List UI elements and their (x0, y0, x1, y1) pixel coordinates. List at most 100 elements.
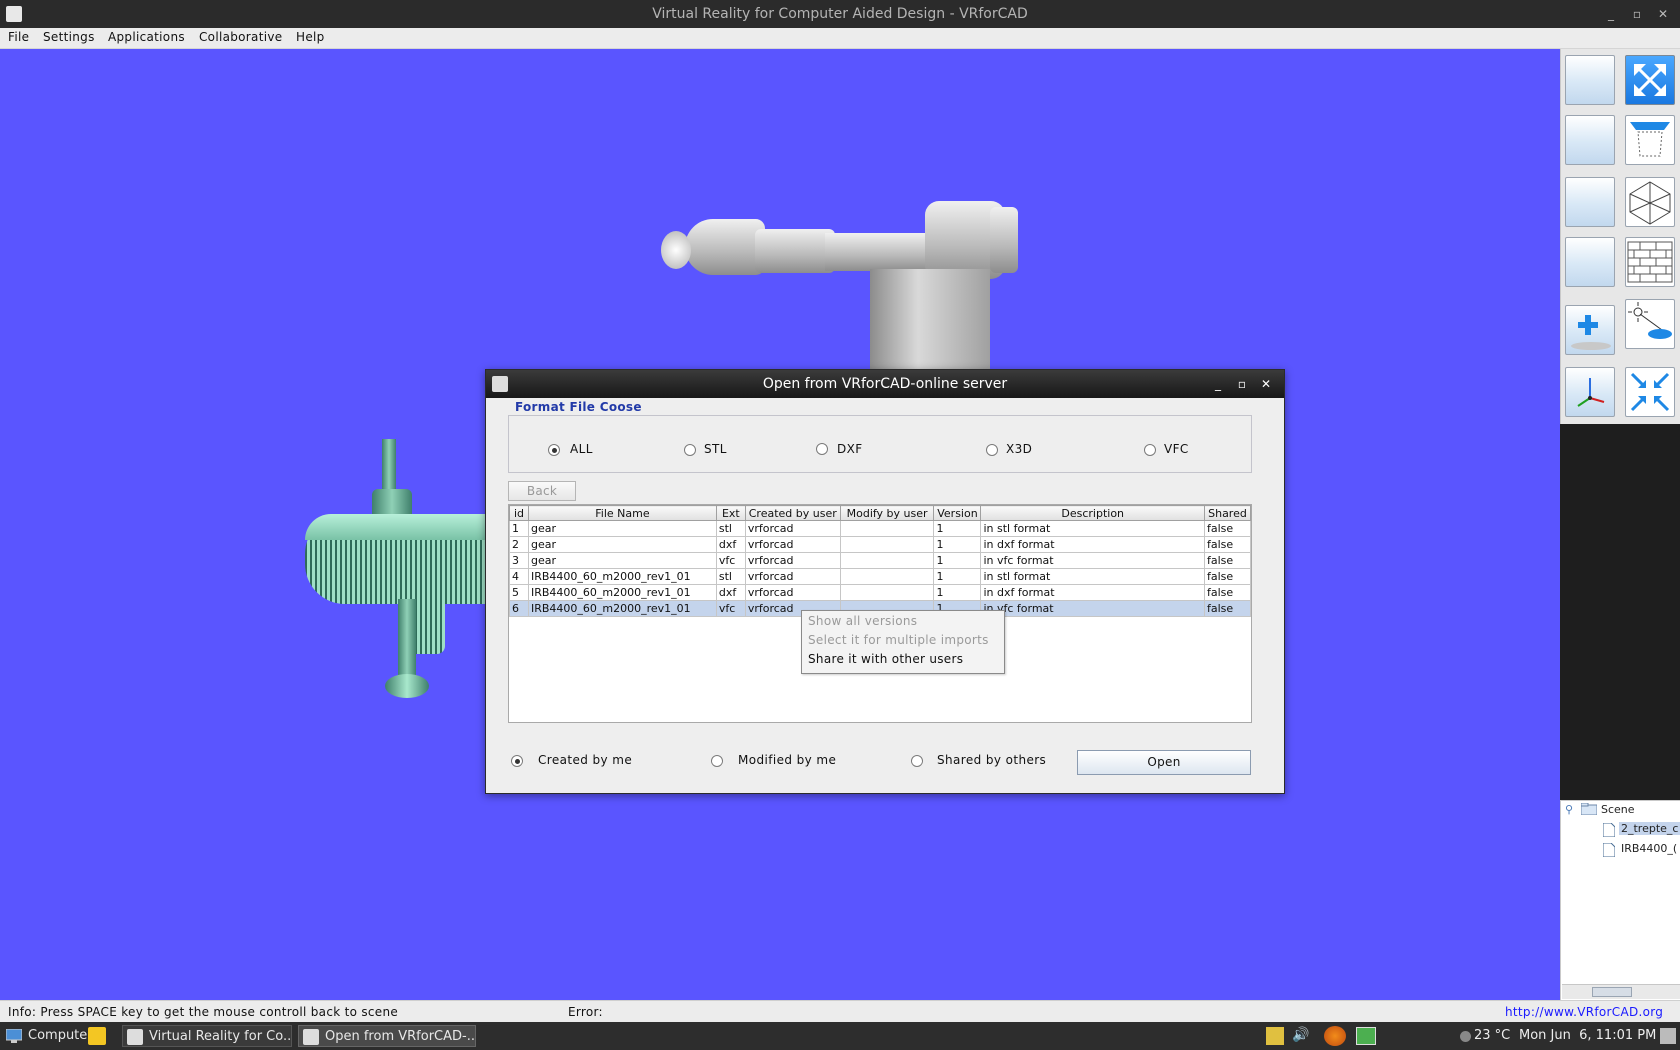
blank-tool-button-1[interactable] (1565, 55, 1615, 105)
firefox-icon[interactable] (1324, 1026, 1346, 1046)
menu-help[interactable]: Help (296, 30, 325, 44)
volume-icon[interactable]: 🔊 (1292, 1027, 1310, 1045)
filter-modified-radio[interactable] (711, 755, 723, 767)
radio-stl[interactable] (684, 444, 696, 456)
blank-tool-button-4[interactable] (1565, 237, 1615, 287)
brick-wall-icon (1627, 241, 1673, 283)
table-cell: 1 (933, 568, 982, 585)
filter-created-radio[interactable] (511, 755, 523, 767)
table-cell: in vfc format (980, 552, 1205, 569)
title-bar: Virtual Reality for Computer Aided Desig… (0, 0, 1680, 28)
show-desktop-icon[interactable] (1660, 1028, 1676, 1044)
column-header[interactable]: File Name (527, 505, 717, 521)
folder-icon (1580, 802, 1598, 818)
menu-collaborative[interactable]: Collaborative (199, 30, 282, 44)
table-cell: false (1203, 584, 1252, 601)
format-group (508, 415, 1252, 473)
filter-shared-radio[interactable] (911, 755, 923, 767)
column-header[interactable]: Ext (715, 505, 746, 521)
table-row[interactable]: 5 IRB4400_60_m2000_rev1_01 dxf vrforcad 1 in … (509, 584, 1252, 601)
notes-icon[interactable] (88, 1027, 106, 1045)
radio-x3d-label: X3D (1006, 442, 1033, 456)
app-icon (127, 1029, 143, 1045)
dialog-title: Open from VRforCAD-online server (762, 376, 1008, 392)
scene-root[interactable]: Scene (1601, 803, 1635, 816)
status-bar: Info: Press SPACE key to get the mouse c… (0, 1000, 1680, 1022)
add-object-button[interactable] (1565, 305, 1615, 355)
table-cell: gear (527, 552, 717, 569)
scene-scrollbar[interactable] (1562, 984, 1680, 999)
scene-tree: ⚲ Scene 2_trepte_c IRB4400_( (1560, 800, 1680, 1000)
dialog-close-button[interactable]: ✕ (1258, 376, 1274, 392)
blank-tool-button-2[interactable] (1565, 115, 1615, 165)
wireframe-icon (1629, 181, 1671, 225)
taskbar-vrforcad[interactable]: Virtual Reality for Co... (122, 1025, 292, 1047)
table-row[interactable]: 3 gear vfc vrforcad 1 in vfc format false (509, 552, 1252, 569)
shrink-button[interactable] (1625, 367, 1675, 417)
close-button[interactable]: ✕ (1654, 5, 1672, 23)
dialog-minimize-button[interactable]: _ (1210, 376, 1226, 392)
column-header[interactable]: Modify by user (839, 505, 935, 521)
menu-applications[interactable]: Applications (108, 30, 185, 44)
website-link[interactable]: http://www.VRforCAD.org (1505, 1005, 1663, 1019)
table-cell: in dxf format (980, 584, 1205, 601)
table-cell (839, 520, 935, 537)
context-menu: Show all versions Select it for multiple… (801, 610, 1005, 674)
tree-toggle-icon[interactable]: ⚲ (1565, 803, 1573, 816)
radio-dxf[interactable] (816, 443, 828, 455)
temperature[interactable]: 23 °C (1474, 1028, 1510, 1043)
radio-vfc[interactable] (1144, 444, 1156, 456)
scene-node-2[interactable]: IRB4400_( (1621, 842, 1677, 855)
menu-file[interactable]: File (8, 30, 29, 44)
column-header[interactable]: Version (933, 505, 982, 521)
save-tray-icon[interactable] (1356, 1027, 1376, 1045)
table-cell: 6 (509, 600, 529, 617)
table-cell: 3 (509, 552, 529, 569)
open-button[interactable]: Open (1077, 750, 1251, 775)
maximize-button[interactable]: ▫ (1628, 5, 1646, 23)
perspective-view-button[interactable] (1625, 115, 1675, 165)
column-header[interactable]: Description (980, 505, 1205, 521)
table-cell: 1 (509, 520, 529, 537)
menu-select-multiple[interactable]: Select it for multiple imports (808, 633, 989, 647)
column-header[interactable]: Shared (1203, 505, 1252, 521)
table-cell: IRB4400_60_m2000_rev1_01 (527, 568, 717, 585)
texture-button[interactable] (1625, 237, 1675, 287)
taskbar-computer[interactable]: Computer (2, 1025, 92, 1047)
table-cell: 4 (509, 568, 529, 585)
table-cell: in stl format (980, 520, 1205, 537)
gear-model[interactable] (300, 439, 490, 719)
tray-monitor-icon[interactable] (1266, 1027, 1284, 1045)
minimize-button[interactable]: _ (1602, 5, 1620, 23)
table-row[interactable]: 4 IRB4400_60_m2000_rev1_01 stl vrforcad 1 in … (509, 568, 1252, 585)
fullscreen-button[interactable] (1625, 55, 1675, 105)
table-cell: gear (527, 520, 717, 537)
table-cell: in dxf format (980, 536, 1205, 553)
table-cell: false (1203, 536, 1252, 553)
lighting-button[interactable] (1625, 299, 1675, 349)
app-icon (303, 1029, 319, 1045)
menu-share[interactable]: Share it with other users (808, 652, 963, 666)
back-button[interactable]: Back (508, 481, 576, 501)
table-cell: false (1203, 568, 1252, 585)
blank-tool-button-3[interactable] (1565, 177, 1615, 227)
clock[interactable]: Mon Jun 6, 11:01 PM (1519, 1028, 1656, 1043)
dialog-maximize-button[interactable]: ▫ (1234, 376, 1250, 392)
table-row[interactable]: 1 gear stl vrforcad 1 in stl format false (509, 520, 1252, 537)
radio-x3d[interactable] (986, 444, 998, 456)
axes-button[interactable] (1565, 367, 1615, 417)
table-row[interactable]: 2 gear dxf vrforcad 1 in dxf format false (509, 536, 1252, 553)
wireframe-button[interactable] (1625, 177, 1675, 227)
column-header[interactable]: Created by user (744, 505, 841, 521)
column-header[interactable]: id (509, 505, 529, 521)
menu-show-all-versions[interactable]: Show all versions (808, 614, 917, 628)
table-cell (839, 568, 935, 585)
table-cell (839, 536, 935, 553)
radio-dxf-label: DXF (837, 442, 863, 456)
taskbar-open-dialog[interactable]: Open from VRforCAD-... (298, 1025, 476, 1047)
table-cell (839, 552, 935, 569)
menu-bar: File Settings Applications Collaborative… (0, 28, 1680, 49)
scene-node-1[interactable]: 2_trepte_c (1619, 822, 1680, 835)
menu-settings[interactable]: Settings (43, 30, 95, 44)
radio-all[interactable] (548, 444, 560, 456)
